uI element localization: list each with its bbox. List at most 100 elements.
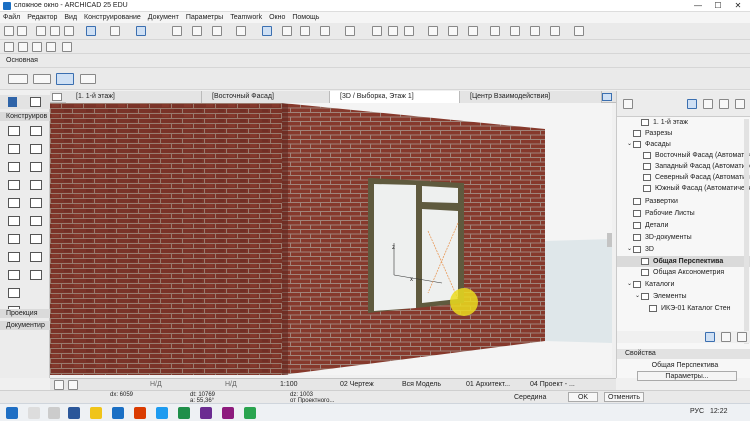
brush-icon[interactable] [32, 42, 42, 52]
wall-end-tool-icon[interactable] [8, 288, 20, 298]
nav-item-3d[interactable]: ⌄ 3D [617, 244, 750, 255]
nav-item-worksheets[interactable]: Рабочие Листы [617, 208, 750, 219]
dimension-icon[interactable] [428, 26, 438, 36]
undo-icon[interactable] [4, 26, 14, 36]
file-explorer-icon[interactable] [90, 407, 102, 419]
expand-icon[interactable]: ⌄ [635, 291, 640, 302]
menu-view[interactable]: Вид [64, 14, 77, 21]
door-tool-icon[interactable] [30, 198, 42, 208]
opening-tool-icon[interactable] [30, 270, 42, 280]
nav-item-floor1[interactable]: 1. 1-й этаж [617, 117, 750, 128]
rotate-view-icon[interactable] [56, 73, 74, 85]
tab-east-elevation[interactable]: [Восточный Фасад] [202, 91, 330, 103]
excel-icon[interactable] [178, 407, 190, 419]
hide-icon[interactable] [574, 26, 584, 36]
trim-icon[interactable] [372, 26, 382, 36]
morph-tool-icon[interactable] [30, 252, 42, 262]
expand-icon[interactable]: ⌄ [627, 279, 632, 290]
menu-teamwork[interactable]: Teamwork [230, 14, 262, 21]
redo-icon[interactable] [17, 26, 27, 36]
magic-wand-icon[interactable] [192, 26, 202, 36]
clock[interactable]: 12:22 [710, 408, 728, 415]
explode-icon[interactable] [62, 42, 72, 52]
toolbox-header-design[interactable]: Конструиров [0, 112, 50, 121]
syringe-icon[interactable] [64, 26, 74, 36]
delete-view-icon[interactable] [737, 332, 747, 342]
nav-item-generic-perspective[interactable]: Общая Перспектива [617, 256, 750, 267]
adjust-icon[interactable] [404, 26, 414, 36]
roof-tool-icon[interactable] [8, 162, 20, 172]
arrow-icon[interactable] [36, 26, 46, 36]
shell-tool-icon[interactable] [30, 162, 42, 172]
arrow-tool-icon[interactable] [8, 97, 17, 107]
project-map-icon[interactable] [687, 99, 697, 109]
zone-tool-icon[interactable] [30, 234, 42, 244]
wall-tool-icon[interactable] [8, 126, 20, 136]
nav-item-details[interactable]: Детали [617, 220, 750, 231]
menu-document[interactable]: Документ [148, 14, 179, 21]
input-language[interactable]: РУС [690, 408, 704, 415]
powerpoint-icon[interactable] [134, 407, 146, 419]
nav-item-3d-documents[interactable]: 3D-документы [617, 232, 750, 243]
minimize-button[interactable]: — [688, 0, 708, 12]
guide-line-icon[interactable] [86, 26, 96, 36]
tab-floor-plan[interactable]: [1. 1-й этаж] [66, 91, 202, 103]
marquee-icon[interactable] [33, 74, 51, 84]
menu-window[interactable]: Окно [269, 14, 285, 21]
render-icon[interactable] [320, 26, 330, 36]
search-icon[interactable] [28, 407, 40, 419]
measure-icon[interactable] [468, 26, 478, 36]
publisher-icon[interactable] [735, 99, 745, 109]
menu-file[interactable]: Файл [3, 14, 20, 21]
word-icon[interactable] [68, 407, 80, 419]
maximize-button[interactable]: ☐ [708, 0, 728, 12]
premiere-icon[interactable] [200, 407, 212, 419]
stair-tool-icon[interactable] [8, 180, 20, 190]
nav-item-south-elevation[interactable]: Южный Фасад (Автоматическ [617, 183, 750, 194]
properties-header[interactable]: Свойства [617, 349, 750, 359]
archicad-taskbar-icon[interactable] [112, 407, 124, 419]
sun-icon[interactable] [345, 26, 355, 36]
selection-icon[interactable] [236, 26, 246, 36]
marquee-tool-icon[interactable] [30, 97, 41, 107]
dx-readout[interactable]: dx: 6059 [110, 392, 133, 398]
toolbox-section-projection[interactable]: Проекция [0, 309, 50, 318]
close-button[interactable]: ✕ [728, 0, 748, 12]
railing-tool-icon[interactable] [30, 180, 42, 190]
beam-tool-icon[interactable] [8, 144, 20, 154]
layout-book-icon[interactable] [719, 99, 729, 109]
zoom-out-icon[interactable] [54, 380, 64, 390]
telegram-icon[interactable] [156, 407, 168, 419]
snap-guide-icon[interactable] [110, 26, 120, 36]
tab-overflow-icon[interactable] [602, 93, 612, 101]
navigator-scrollbar[interactable] [744, 119, 749, 344]
cancel-button[interactable]: Отменить [604, 392, 644, 402]
camera-icon[interactable] [300, 26, 310, 36]
grid-snap-icon[interactable] [172, 26, 182, 36]
expand-icon[interactable]: ⌄ [627, 139, 632, 150]
nav-item-elevations[interactable]: ⌄ Фасады [617, 139, 750, 150]
menu-edit[interactable]: Редактор [27, 14, 57, 21]
3d-viewport[interactable]: z x [50, 103, 612, 375]
new-view-icon[interactable] [705, 332, 715, 342]
nav-item-interior-elevations[interactable]: Развертки [617, 196, 750, 207]
windows-start-icon[interactable] [6, 407, 18, 419]
clone-view-icon[interactable] [721, 332, 731, 342]
bring-front-icon[interactable] [490, 26, 500, 36]
selection-mode-icon[interactable] [8, 74, 28, 84]
split-icon[interactable] [388, 26, 398, 36]
layer-icon[interactable] [262, 26, 272, 36]
toolbox-section-document[interactable]: Документир [0, 321, 50, 330]
window-tool-icon[interactable] [8, 216, 20, 226]
pen-icon[interactable] [46, 42, 56, 52]
group-icon[interactable] [530, 26, 540, 36]
snap-points-icon[interactable] [136, 26, 146, 36]
app-icon[interactable] [222, 407, 234, 419]
nav-item-generic-axonometry[interactable]: Общая Аксонометрия [617, 267, 750, 278]
tab-list-icon[interactable] [52, 93, 62, 101]
eyedropper-icon[interactable] [50, 26, 60, 36]
menu-help[interactable]: Помощь [292, 14, 319, 21]
cut-icon[interactable] [282, 26, 292, 36]
ungroup-icon[interactable] [550, 26, 560, 36]
settings-button[interactable]: Параметры... [637, 371, 737, 381]
